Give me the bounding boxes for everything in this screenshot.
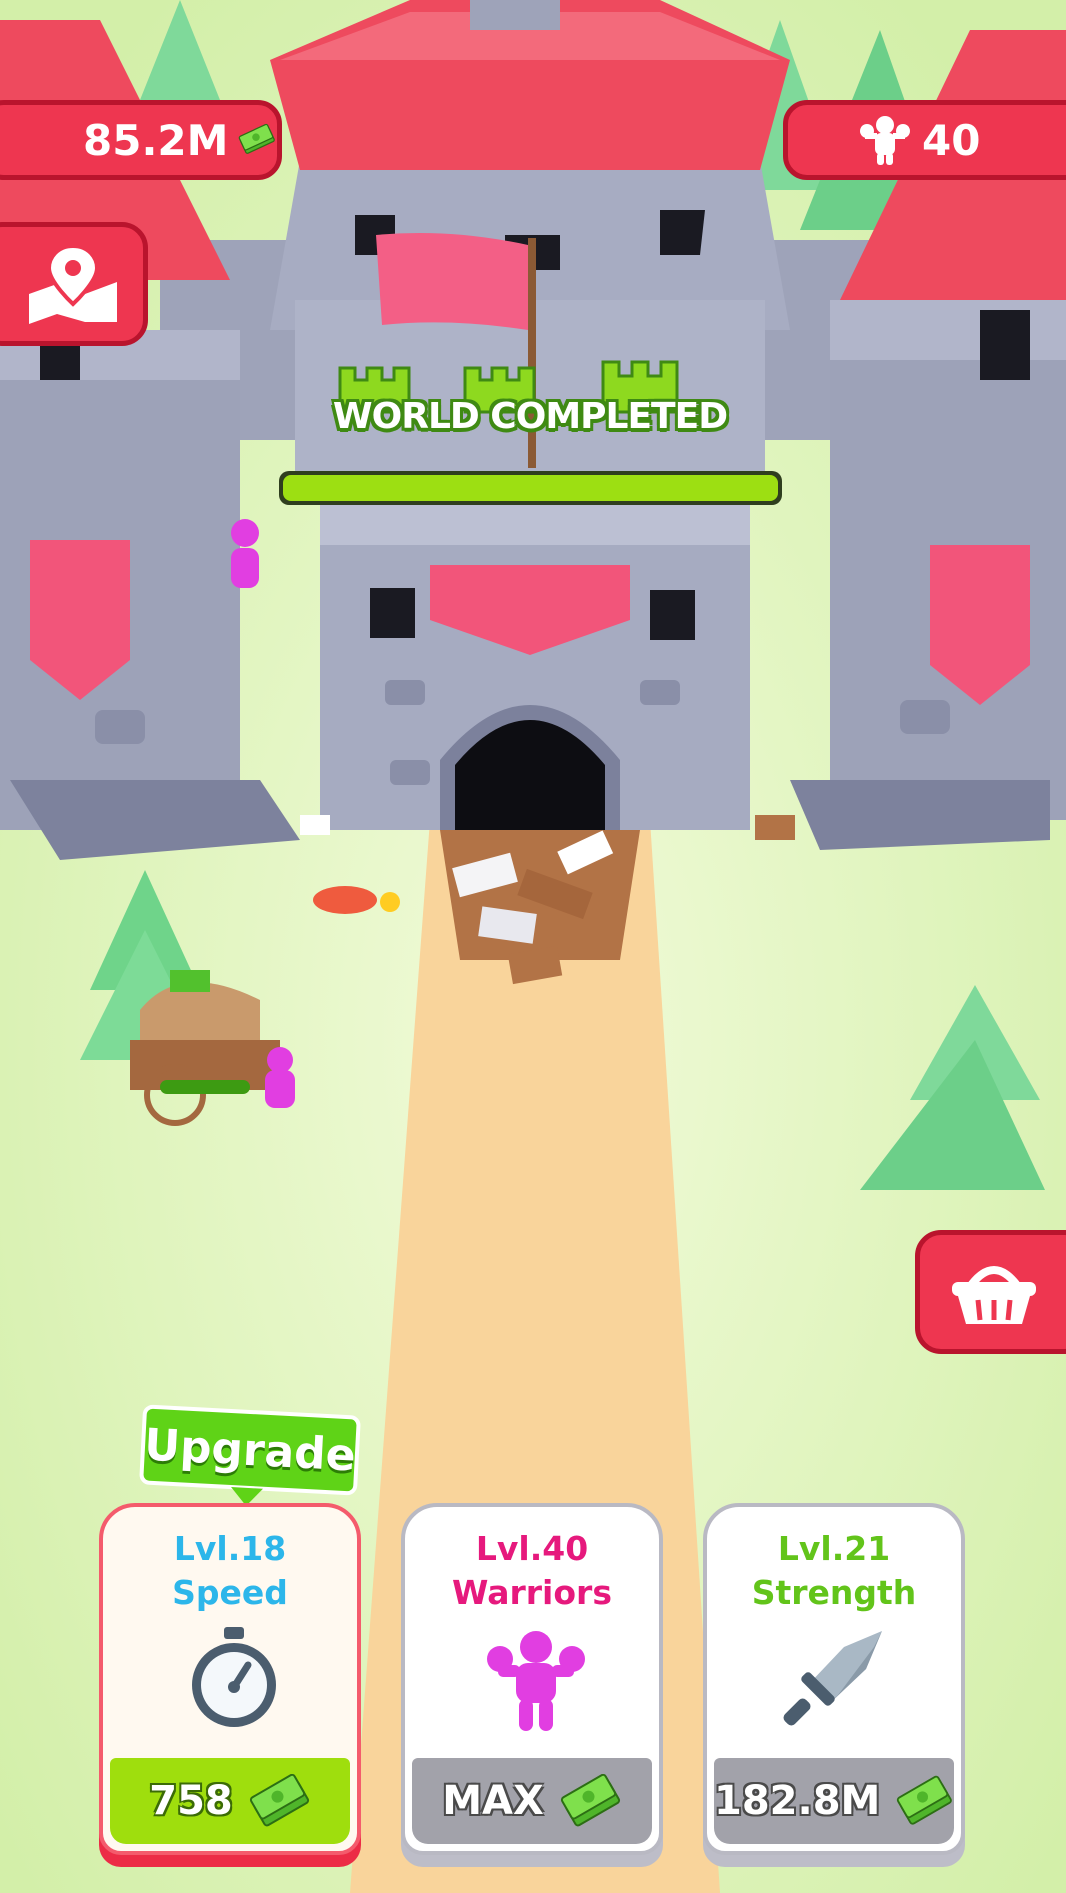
warrior-icon — [487, 1631, 585, 1731]
cash-stack-icon — [560, 1774, 620, 1827]
money-counter: 85.2M — [0, 100, 282, 180]
warrior-icon — [860, 116, 910, 165]
map-button[interactable] — [0, 222, 148, 346]
shopping-basket-icon — [952, 1266, 1036, 1324]
card-level: Lvl.40 — [475, 1529, 589, 1568]
card-price: 758 — [149, 1778, 233, 1824]
card-buy-button[interactable]: MAX — [412, 1758, 652, 1844]
cash-stack-icon — [239, 123, 276, 154]
card-level: Lvl.21 — [777, 1529, 891, 1568]
card-buy-button[interactable]: 182.8M — [714, 1758, 954, 1844]
card-name: Speed — [172, 1573, 288, 1612]
warriors-upgrade-card[interactable]: Lvl.40 Warriors MAX — [401, 1503, 663, 1855]
warrior-count: 40 — [922, 115, 981, 165]
world-progress-bar — [279, 471, 782, 505]
stopwatch-icon — [192, 1627, 276, 1727]
upgrade-tag: Upgrade — [139, 1404, 361, 1496]
map-pin-icon — [29, 243, 117, 324]
world-progress-fill — [283, 475, 778, 501]
card-name: Warriors — [452, 1573, 612, 1612]
cash-stack-icon — [249, 1774, 309, 1827]
strength-upgrade-card[interactable]: Lvl.21 Strength 182.8M — [703, 1503, 965, 1855]
card-price: 182.8M — [714, 1778, 881, 1824]
card-name: Strength — [751, 1573, 917, 1612]
money-value: 85.2M — [83, 115, 229, 165]
cash-stack-icon — [897, 1775, 953, 1825]
speed-upgrade-card[interactable]: Lvl.18 Speed 758 — [99, 1503, 361, 1855]
warrior-counter: 40 — [783, 100, 1066, 180]
sword-icon — [783, 1631, 882, 1726]
shop-button[interactable] — [915, 1230, 1066, 1354]
pink-warrior-on-wall — [231, 519, 259, 588]
card-buy-button[interactable]: 758 — [110, 1758, 350, 1844]
card-level: Lvl.18 — [173, 1529, 287, 1568]
card-price: MAX — [442, 1778, 544, 1824]
world-completed-title: WORLD COMPLETED — [332, 396, 728, 437]
